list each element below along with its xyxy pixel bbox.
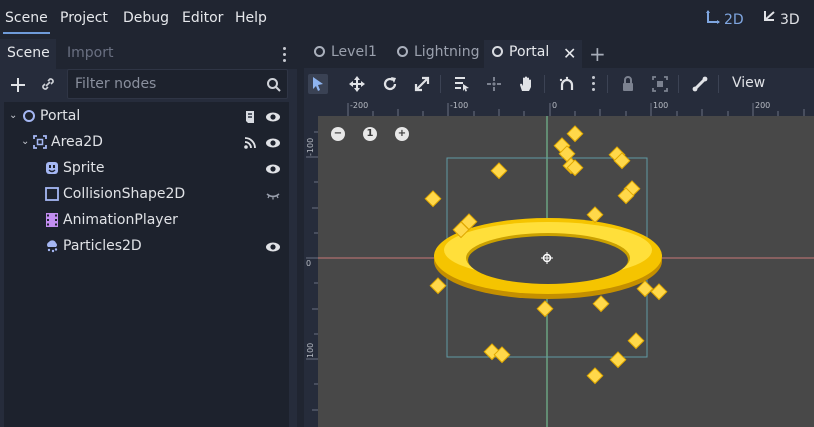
ruler-label: 0: [306, 259, 312, 268]
ruler-label: 0: [552, 101, 558, 110]
add-node-icon[interactable]: [10, 77, 26, 93]
ruler-label: 100: [306, 342, 315, 358]
vertical-ruler: -100 0 100: [304, 116, 318, 427]
canvas-toolbar: View: [304, 68, 814, 100]
filter-nodes-input[interactable]: Filter nodes: [67, 69, 288, 99]
collapse-arrow-icon[interactable]: ⌄: [9, 110, 17, 121]
scene-tree-panel: Filter nodes ⌄ Portal ⌄ Area2D Sprite Co…: [0, 69, 297, 427]
scene-tab-level1[interactable]: Level1: [306, 40, 385, 68]
script-icon[interactable]: [242, 109, 258, 125]
collisionshape-icon: [45, 187, 59, 201]
menu-project[interactable]: Project: [60, 10, 108, 26]
menu-editor[interactable]: Editor: [182, 10, 223, 26]
tree-node-label: AnimationPlayer: [63, 212, 178, 228]
toolbar-separator: [607, 75, 608, 93]
visibility-closed-eye-icon[interactable]: [265, 187, 281, 203]
close-tab-icon[interactable]: ✕: [563, 44, 576, 63]
tab-import[interactable]: Import: [60, 39, 120, 69]
scene-canvas: [318, 116, 814, 427]
filter-placeholder: Filter nodes: [75, 76, 157, 92]
lock-icon[interactable]: [618, 74, 638, 94]
mode-2d-label: 2D: [724, 12, 744, 28]
toolbar-separator: [678, 75, 679, 93]
toolbar-separator: [718, 75, 719, 93]
tree-node-label: CollisionShape2D: [63, 186, 186, 202]
tree-node-label: Area2D: [51, 134, 103, 150]
pivot-tool-icon[interactable]: [484, 74, 504, 94]
collapse-arrow-icon[interactable]: ⌄: [21, 136, 29, 147]
scale-tool-icon[interactable]: [412, 74, 432, 94]
snap-options-icon[interactable]: [592, 76, 595, 94]
area2d-icon: [33, 135, 47, 149]
ruler-label: -200: [350, 101, 369, 110]
scene-tree: ⌄ Portal ⌄ Area2D Sprite CollisionShape2…: [4, 102, 289, 427]
menu-debug[interactable]: Debug: [123, 10, 169, 26]
toolbar-separator: [440, 75, 441, 93]
mode-2d-button[interactable]: 2D: [706, 10, 744, 28]
3d-icon: [762, 10, 776, 28]
canvas-viewport[interactable]: -200 -100 0 100 200 -100 0 100 − 1 +: [304, 100, 814, 427]
dock-splitter[interactable]: [297, 36, 304, 427]
move-tool-icon[interactable]: [347, 74, 367, 94]
instance-scene-icon[interactable]: [40, 76, 56, 92]
scene-tab-label: Portal: [509, 44, 550, 60]
2d-icon: [706, 10, 720, 28]
tree-node-area2d[interactable]: ⌄ Area2D: [4, 130, 289, 156]
list-select-icon[interactable]: [452, 74, 472, 94]
ruler-label: -100: [306, 137, 315, 156]
search-icon: [266, 77, 282, 93]
node2d-icon: [22, 109, 36, 123]
particles-icon: [45, 239, 59, 253]
select-tool-icon[interactable]: [308, 74, 328, 94]
visibility-eye-icon[interactable]: [265, 135, 281, 151]
tree-node-label: Portal: [40, 108, 81, 124]
scene-tab-label: Lightning: [414, 44, 480, 60]
node2d-icon: [492, 46, 503, 57]
tree-node-animationplayer[interactable]: AnimationPlayer: [4, 208, 289, 234]
ruler-corner: [304, 100, 318, 116]
scene-dock: Scene Import Filter nodes ⌄ Portal ⌄ Are…: [0, 36, 297, 427]
signals-icon[interactable]: [242, 135, 258, 151]
view-menu[interactable]: View: [732, 75, 765, 91]
menu-scene[interactable]: Scene: [3, 10, 50, 34]
group-icon[interactable]: [650, 74, 670, 94]
scene-tab-label: Level1: [331, 44, 377, 60]
mode-3d-button[interactable]: 3D: [762, 10, 800, 28]
ruler-label: 100: [653, 101, 669, 110]
sprite-icon: [45, 161, 59, 175]
visibility-eye-icon[interactable]: [265, 109, 281, 125]
animationplayer-icon: [45, 213, 59, 227]
visibility-eye-icon[interactable]: [265, 239, 281, 255]
mode-3d-label: 3D: [780, 12, 800, 28]
dock-menu-icon[interactable]: [283, 47, 287, 65]
tree-node-sprite[interactable]: Sprite: [4, 156, 289, 182]
tree-node-portal[interactable]: ⌄ Portal: [4, 104, 289, 130]
bone-icon[interactable]: [690, 74, 710, 94]
ruler-label: -100: [450, 101, 469, 110]
pan-tool-icon[interactable]: [516, 74, 536, 94]
menu-bar: Scene Project Debug Editor Help 2D 3D: [0, 0, 814, 36]
ruler-label: 200: [755, 101, 771, 110]
tree-node-collisionshape2d[interactable]: CollisionShape2D: [4, 182, 289, 208]
tab-scene[interactable]: Scene: [0, 39, 56, 69]
add-tab-icon[interactable]: +: [589, 42, 606, 66]
node2d-icon: [314, 46, 325, 57]
tree-node-label: Particles2D: [63, 238, 142, 254]
snap-icon[interactable]: [557, 74, 577, 94]
rotate-tool-icon[interactable]: [380, 74, 400, 94]
scene-tab-lightning[interactable]: Lightning: [389, 40, 487, 68]
menu-help[interactable]: Help: [235, 10, 267, 26]
scene-tabs: Level1 Lightning Portal ✕ +: [304, 36, 814, 68]
tree-node-label: Sprite: [63, 160, 105, 176]
toolbar-separator: [544, 75, 545, 93]
node2d-icon: [397, 46, 408, 57]
horizontal-ruler: -200 -100 0 100 200: [318, 100, 814, 116]
dock-tabs: Scene Import: [0, 39, 297, 69]
tree-node-particles2d[interactable]: Particles2D: [4, 234, 289, 260]
visibility-eye-icon[interactable]: [265, 161, 281, 177]
